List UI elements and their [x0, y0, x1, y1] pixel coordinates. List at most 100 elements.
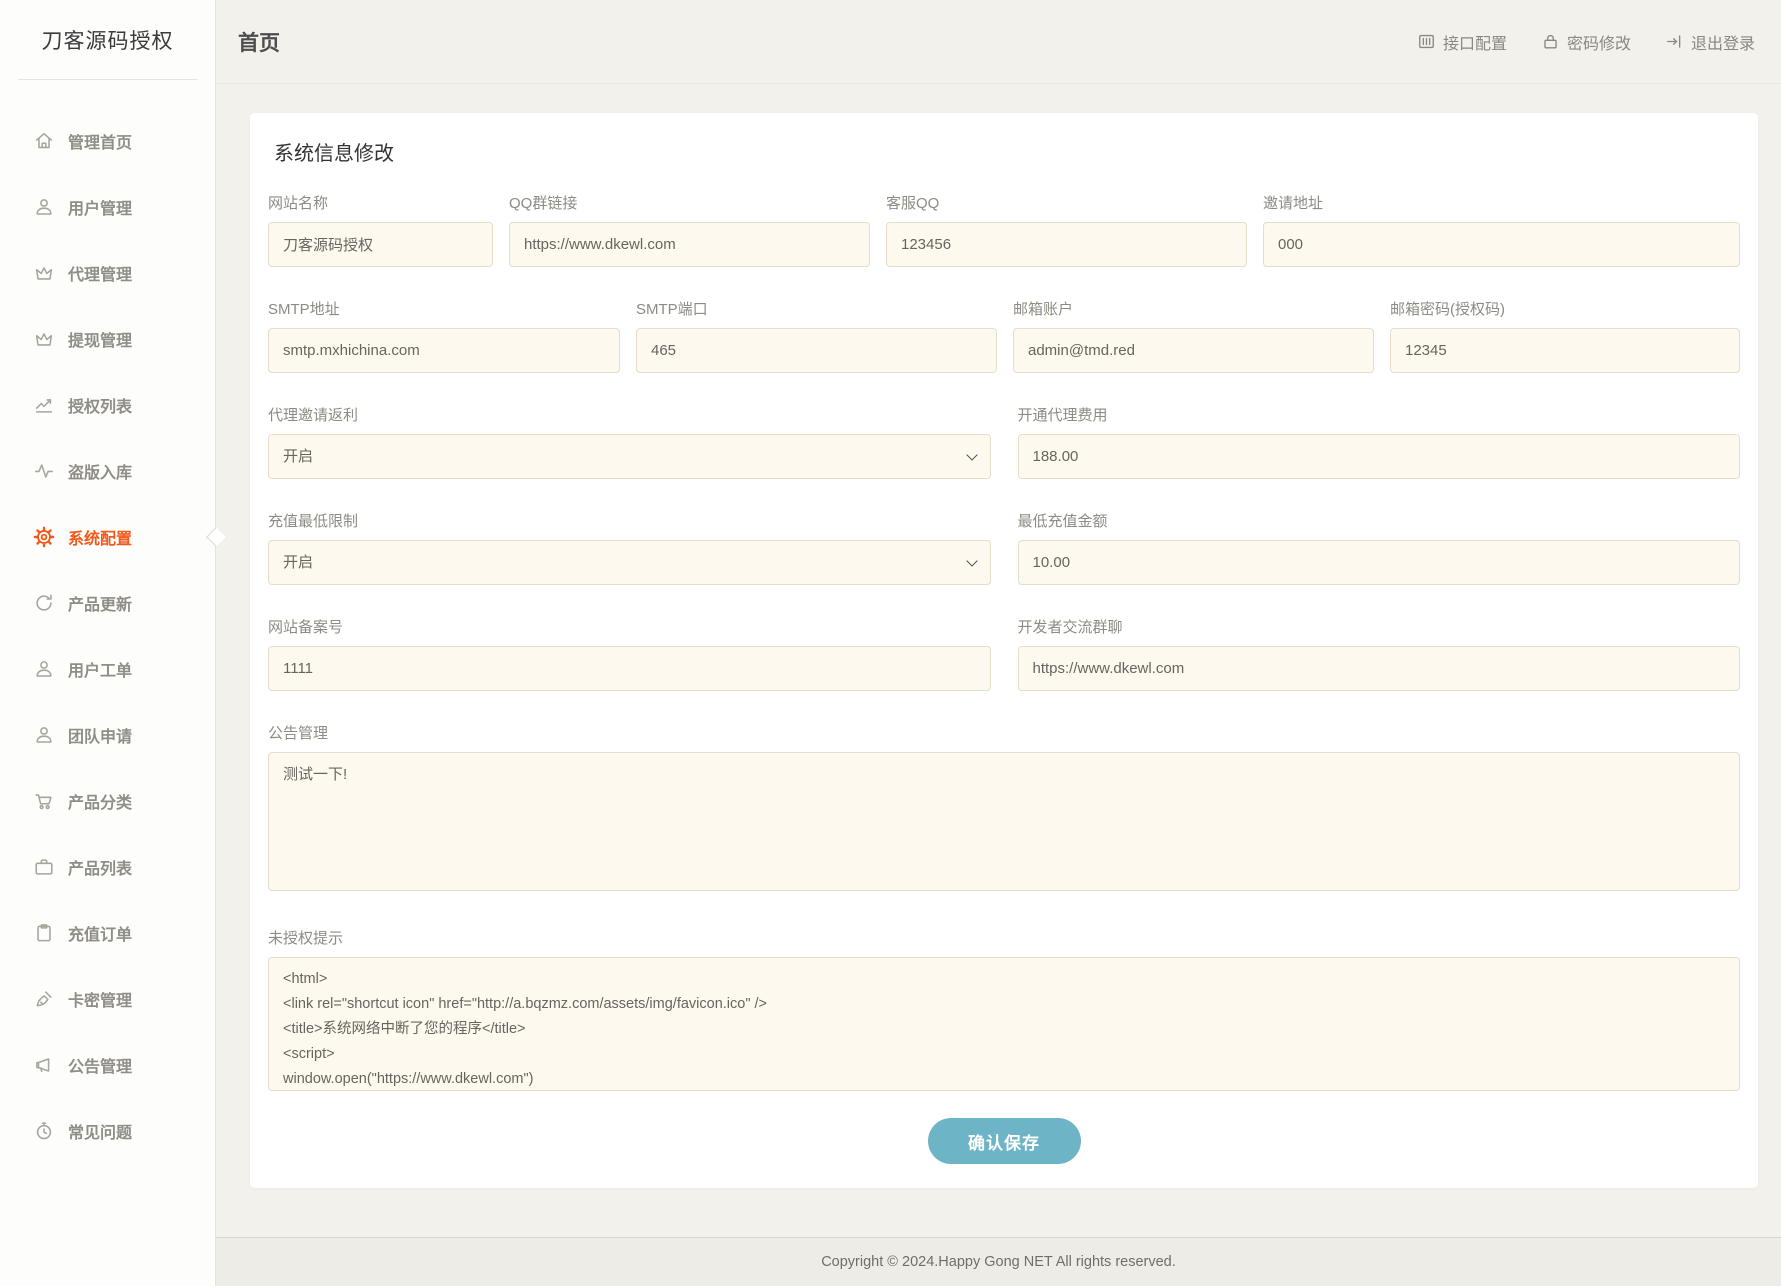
field-label: 充值最低限制	[268, 510, 991, 531]
field-label: 网站备案号	[268, 616, 991, 637]
smtp-host-input[interactable]	[268, 328, 620, 373]
stopwatch-icon	[33, 1120, 55, 1142]
app-logo: 刀客源码授权	[0, 0, 215, 79]
field-label: 邮箱账户	[1013, 298, 1374, 319]
api-config-button[interactable]: 接口配置	[1417, 30, 1507, 54]
invite-address-input[interactable]	[1263, 222, 1740, 267]
change-password-label: 密码修改	[1567, 30, 1631, 54]
sidebar-item-user-management[interactable]: 用户管理	[0, 174, 215, 240]
form-row: 未授权提示 <html> <link rel="shortcut icon" h…	[268, 927, 1740, 1096]
logout-button[interactable]: 退出登录	[1665, 30, 1755, 54]
user-icon	[33, 196, 55, 218]
recharge-limit-select[interactable]: 开启	[268, 540, 991, 585]
main-area: 首页 接口配置 密码修改 退出登录 系统信息修改 网站名称	[216, 0, 1781, 1286]
api-config-label: 接口配置	[1443, 30, 1507, 54]
sidebar-item-product-category[interactable]: 产品分类	[0, 768, 215, 834]
button-row: 确认保存	[268, 1118, 1740, 1164]
sidebar-item-label: 公告管理	[68, 1053, 132, 1077]
sidebar-item-label: 代理管理	[68, 261, 132, 285]
sidebar-item-label: 用户管理	[68, 195, 132, 219]
form-row: 代理邀请返利 开启 开通代理费用	[268, 404, 1740, 479]
gear-icon	[33, 526, 55, 548]
field-label: 网站名称	[268, 192, 493, 213]
sidebar-item-product-update[interactable]: 产品更新	[0, 570, 215, 636]
field-service-qq: 客服QQ	[886, 192, 1247, 267]
user-icon	[33, 658, 55, 680]
service-qq-input[interactable]	[886, 222, 1247, 267]
sidebar-item-label: 充值订单	[68, 921, 132, 945]
user-icon	[33, 724, 55, 746]
icp-number-input[interactable]	[268, 646, 991, 691]
min-recharge-input[interactable]	[1018, 540, 1741, 585]
topbar-actions: 接口配置 密码修改 退出登录	[1417, 30, 1755, 54]
field-label: SMTP地址	[268, 298, 620, 319]
field-smtp-host: SMTP地址	[268, 298, 620, 373]
agent-rebate-select[interactable]: 开启	[268, 434, 991, 479]
crown-icon	[33, 328, 55, 350]
field-label: SMTP端口	[636, 298, 997, 319]
save-button[interactable]: 确认保存	[928, 1118, 1081, 1164]
sidebar-item-withdraw-management[interactable]: 提现管理	[0, 306, 215, 372]
form-row: 网站名称 QQ群链接 客服QQ 邀请地址	[268, 192, 1740, 267]
field-qq-group-link: QQ群链接	[509, 192, 870, 267]
smtp-port-input[interactable]	[636, 328, 997, 373]
sidebar-item-recharge-orders[interactable]: 充值订单	[0, 900, 215, 966]
field-agent-rebate: 代理邀请返利 开启	[268, 404, 991, 479]
crown-icon	[33, 262, 55, 284]
sidebar-item-label: 用户工单	[68, 657, 132, 681]
field-label: QQ群链接	[509, 192, 870, 213]
lock-icon	[1541, 32, 1560, 51]
email-password-input[interactable]	[1390, 328, 1740, 373]
sidebar-item-announcement-management[interactable]: 公告管理	[0, 1032, 215, 1098]
sidebar-item-label: 团队申请	[68, 723, 132, 747]
sidebar-item-label: 产品列表	[68, 855, 132, 879]
megaphone-icon	[33, 1054, 55, 1076]
refresh-icon	[33, 592, 55, 614]
sidebar-item-team-apply[interactable]: 团队申请	[0, 702, 215, 768]
system-info-card: 系统信息修改 网站名称 QQ群链接 客服QQ 邀请地址	[250, 113, 1758, 1188]
field-min-recharge: 最低充值金额	[1018, 510, 1741, 585]
sidebar-item-faq[interactable]: 常见问题	[0, 1098, 215, 1164]
form-row: SMTP地址 SMTP端口 邮箱账户 邮箱密码(授权码)	[268, 298, 1740, 373]
cart-icon	[33, 790, 55, 812]
qq-group-link-input[interactable]	[509, 222, 870, 267]
field-dev-group: 开发者交流群聊	[1018, 616, 1741, 691]
field-label: 最低充值金额	[1018, 510, 1741, 531]
sidebar-item-label: 产品分类	[68, 789, 132, 813]
field-announcement: 公告管理 测试一下!	[268, 722, 1740, 896]
field-label: 客服QQ	[886, 192, 1247, 213]
unauthorized-tip-textarea[interactable]: <html> <link rel="shortcut icon" href="h…	[268, 957, 1740, 1091]
home-icon	[33, 130, 55, 152]
sidebar-item-label: 产品更新	[68, 591, 132, 615]
sidebar-item-label: 常见问题	[68, 1119, 132, 1143]
sidebar-item-user-tickets[interactable]: 用户工单	[0, 636, 215, 702]
sidebar-item-card-key-management[interactable]: 卡密管理	[0, 966, 215, 1032]
sidebar-item-label: 盗版入库	[68, 459, 132, 483]
sidebar-item-license-list[interactable]: 授权列表	[0, 372, 215, 438]
sidebar-item-piracy-intake[interactable]: 盗版入库	[0, 438, 215, 504]
site-name-input[interactable]	[268, 222, 493, 267]
sidebar-item-label: 管理首页	[68, 129, 132, 153]
sidebar-item-label: 系统配置	[68, 525, 132, 549]
field-label: 邀请地址	[1263, 192, 1740, 213]
sidebar-item-product-list[interactable]: 产品列表	[0, 834, 215, 900]
email-account-input[interactable]	[1013, 328, 1374, 373]
sidebar-item-system-config[interactable]: 系统配置	[0, 504, 215, 570]
form-row: 充值最低限制 开启 最低充值金额	[268, 510, 1740, 585]
field-site-name: 网站名称	[268, 192, 493, 267]
sidebar-item-admin-home[interactable]: 管理首页	[0, 108, 215, 174]
sidebar-item-agent-management[interactable]: 代理管理	[0, 240, 215, 306]
announcement-textarea[interactable]: 测试一下!	[268, 752, 1740, 891]
agent-fee-input[interactable]	[1018, 434, 1741, 479]
change-password-button[interactable]: 密码修改	[1541, 30, 1631, 54]
clipboard-icon	[33, 922, 55, 944]
sidebar-item-label: 授权列表	[68, 393, 132, 417]
field-recharge-limit: 充值最低限制 开启	[268, 510, 991, 585]
brush-icon	[33, 988, 55, 1010]
field-email-password: 邮箱密码(授权码)	[1390, 298, 1740, 373]
form-row: 网站备案号 开发者交流群聊	[268, 616, 1740, 691]
briefcase-icon	[33, 856, 55, 878]
field-label: 开发者交流群聊	[1018, 616, 1741, 637]
field-email-account: 邮箱账户	[1013, 298, 1374, 373]
dev-group-input[interactable]	[1018, 646, 1741, 691]
